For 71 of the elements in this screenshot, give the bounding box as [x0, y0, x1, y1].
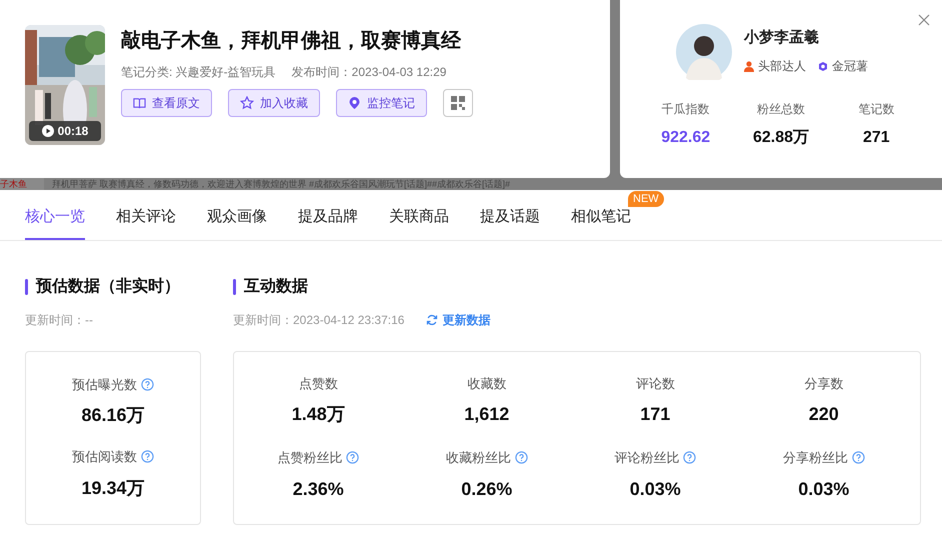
refresh-button[interactable]: 更新数据 [426, 311, 490, 329]
book-icon [133, 96, 146, 110]
metric-label: 收藏数 [467, 374, 506, 392]
update-time: 更新时间：-- [25, 312, 93, 329]
metric-value: 2.36% [292, 478, 344, 500]
metric-label: 分享粉丝比 [782, 449, 848, 467]
metric-label: 评论数 [636, 374, 675, 392]
close-button[interactable] [918, 13, 932, 27]
tab[interactable]: 观众画像 [207, 190, 267, 240]
metric-value: 171 [640, 403, 670, 426]
new-badge: NEW [628, 191, 664, 207]
medal-icon [818, 60, 828, 72]
stat-label: 千瓜指数 [660, 101, 711, 118]
action-button[interactable]: 监控笔记 [336, 89, 427, 117]
accent-bar [233, 279, 236, 295]
metric-value: 220 [808, 403, 839, 426]
update-time: 更新时间：2023-04-12 23:37:16 [233, 312, 404, 329]
section-title: 预估数据（非实时） [36, 276, 180, 297]
metric-value: 0.03% [798, 478, 850, 500]
metric-value: 1,612 [464, 403, 510, 426]
author-tag-label: 金冠薯 [832, 58, 868, 76]
help-icon [141, 450, 154, 464]
metric-label: 点赞数 [298, 374, 338, 392]
stat-value: 62.88万 [752, 128, 810, 148]
location-pin-icon [348, 96, 361, 110]
author-tag-label: 头部达人 [758, 58, 806, 76]
metric-value: 19.34万 [81, 476, 145, 500]
section-title: 互动数据 [244, 276, 308, 297]
qr-code-button[interactable] [443, 89, 473, 117]
help-icon [141, 378, 154, 391]
qr-code-icon [450, 95, 466, 111]
play-icon [42, 125, 54, 137]
person-icon [744, 60, 754, 72]
help-icon [852, 451, 865, 464]
background-text: 拜机甲菩萨 取赛博真经，修数码功德，欢迎进入赛博敦煌的世界 #成都欢乐谷国风潮玩节[话题]##成都欢乐谷[话题]# [51, 178, 510, 190]
help-icon [514, 451, 528, 464]
help-icon [683, 451, 696, 464]
duration-badge: 00:18 [29, 121, 101, 141]
help-icon [346, 451, 360, 464]
metric-label: 预估曝光数 [72, 376, 137, 394]
accent-bar [25, 279, 28, 295]
metric-label: 分享数 [804, 374, 844, 392]
tab[interactable]: 提及话题 [480, 190, 540, 240]
metric-label: 点赞粉丝比 [277, 449, 342, 467]
tab[interactable]: 相似笔记 [571, 190, 631, 240]
author-name: 小梦李孟羲 [744, 28, 820, 48]
tab[interactable]: 提及品牌 [298, 190, 358, 240]
tab[interactable]: 核心一览 [25, 190, 85, 240]
tab[interactable]: 相关评论 [116, 190, 176, 240]
metric-label: 预估阅读数 [72, 448, 137, 466]
metric-label: 收藏粉丝比 [446, 449, 511, 467]
metric-value: 0.26% [461, 478, 512, 500]
publish-time: 发布时间：2023-04-03 12:29 [292, 64, 446, 81]
metric-value: 86.16万 [81, 404, 145, 427]
metric-label: 评论粉丝比 [614, 449, 680, 467]
stat-value: 922.62 [660, 128, 712, 148]
refresh-icon [426, 314, 438, 326]
action-button[interactable]: 加入收藏 [228, 89, 320, 117]
background-text: 子木鱼 [0, 178, 44, 190]
metric-value: 0.03% [630, 478, 681, 500]
note-title: 敲电子木鱼，拜机甲佛祖，取赛博真经 [121, 28, 462, 54]
tab[interactable]: 关联商品 [389, 190, 449, 240]
avatar [676, 24, 732, 80]
star-icon [240, 96, 254, 110]
metric-value: 1.48万 [292, 403, 345, 426]
action-button[interactable]: 查看原文 [121, 89, 212, 117]
stat-label: 笔记数 [857, 101, 896, 118]
stat-value: 271 [862, 128, 891, 148]
stat-label: 粉丝总数 [756, 101, 806, 118]
note-category: 笔记分类: 兴趣爱好-益智玩具 [121, 64, 276, 81]
close-icon [918, 14, 930, 26]
